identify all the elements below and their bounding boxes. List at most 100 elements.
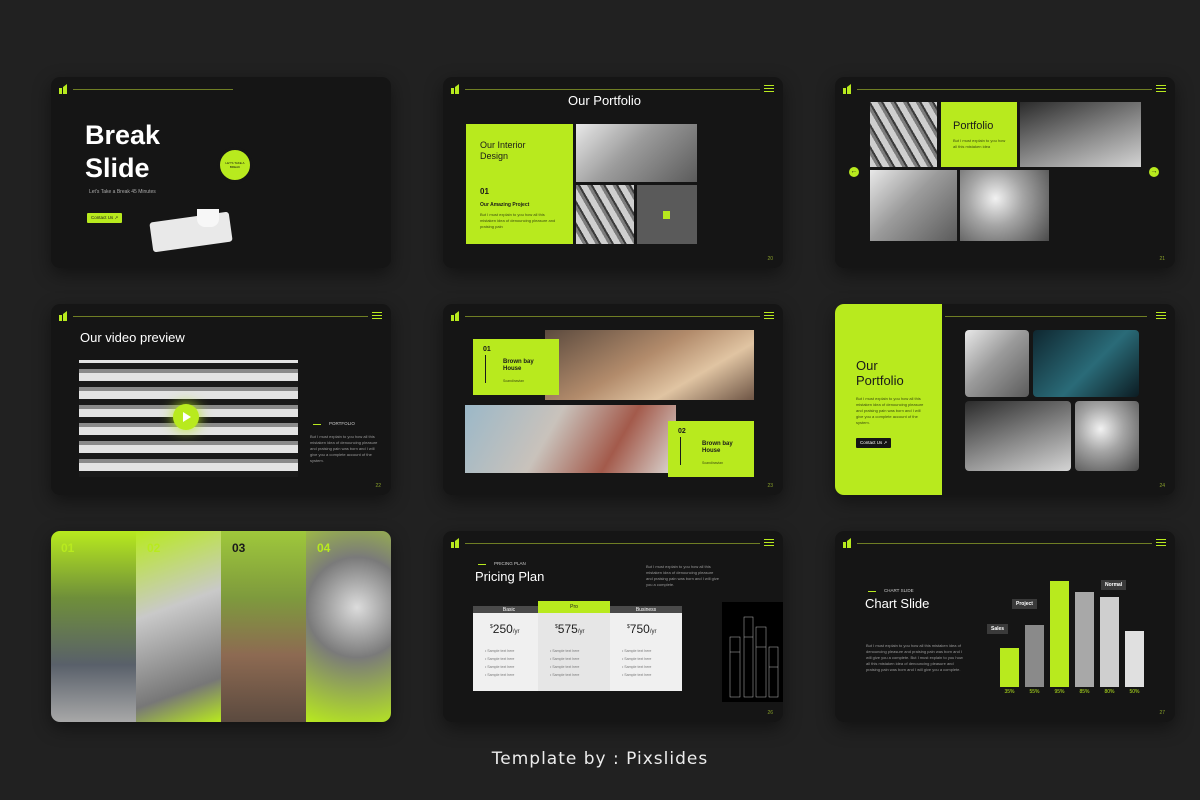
coffee-cup-icon bbox=[197, 209, 219, 227]
contact-button[interactable]: Contact Us ↗ bbox=[856, 438, 892, 448]
chart-bar bbox=[1075, 592, 1094, 687]
video-title: Our video preview bbox=[80, 330, 185, 345]
logo-icon bbox=[843, 84, 852, 94]
plan-pro-card[interactable]: $575/yr • Sample text here • Sample text… bbox=[538, 613, 610, 691]
prev-arrow-icon[interactable]: ← bbox=[849, 167, 859, 177]
tag-project: Project bbox=[1012, 599, 1037, 609]
break-badge: LET'S TAKE A BREAK bbox=[217, 147, 253, 183]
video-thumbnail[interactable] bbox=[79, 360, 298, 477]
portfolio-card-body: But I must explain to you how all this m… bbox=[953, 138, 1006, 149]
slide-pricing[interactable]: PRICING PLAN Pricing Plan But I must exp… bbox=[443, 531, 783, 722]
plan-pro-features: • Sample text here • Sample text here • … bbox=[550, 649, 580, 677]
contact-button-label: Contact Us bbox=[91, 215, 114, 220]
slide-chart[interactable]: CHART SLIDE Chart Slide But I must expla… bbox=[835, 531, 1175, 722]
building-tile bbox=[637, 185, 697, 244]
slide-portfolio-3[interactable]: Our Portfolio But I must explain to you … bbox=[835, 304, 1175, 495]
photo-city-blueprint bbox=[1033, 330, 1139, 397]
pricing-title: Pricing Plan bbox=[475, 569, 545, 584]
header-line bbox=[857, 543, 1152, 544]
video-label: PORTFOLIO bbox=[329, 421, 355, 426]
wireframe-buildings-icon bbox=[729, 616, 779, 698]
menu-icon[interactable] bbox=[764, 312, 774, 319]
page-number: 22 bbox=[375, 483, 381, 489]
pricing-label: PRICING PLAN bbox=[494, 561, 526, 566]
building-photo-1 bbox=[545, 330, 754, 400]
strip-3 bbox=[221, 531, 306, 722]
menu-icon[interactable] bbox=[1156, 539, 1166, 546]
logo-icon bbox=[451, 84, 460, 94]
break-title-1: Break bbox=[85, 120, 161, 150]
header-line bbox=[73, 89, 233, 90]
slide-break[interactable]: Break Slide Let's Take a Break 45 Minute… bbox=[51, 77, 391, 268]
wireframe-city bbox=[722, 602, 783, 702]
project-body: But I must explain to you how all this m… bbox=[480, 212, 556, 229]
plan-basic-card[interactable]: $250/yr • Sample text here • Sample text… bbox=[473, 613, 545, 691]
header-line bbox=[465, 316, 760, 317]
next-arrow-icon[interactable]: → bbox=[1149, 167, 1159, 177]
card2-number: 02 bbox=[678, 428, 686, 435]
photo-walkway bbox=[1020, 102, 1141, 167]
photo-stairs bbox=[870, 102, 937, 167]
tag-sales: Sales bbox=[987, 624, 1009, 634]
slide-video-preview[interactable]: Our video preview PORTFOLIO But I must e… bbox=[51, 304, 391, 495]
plan-pro-price: $575/yr bbox=[555, 622, 585, 636]
break-title-2: Slide bbox=[85, 153, 150, 183]
chart-bar-label: 55% bbox=[1029, 689, 1040, 695]
slide-brown-bay[interactable]: 01 Brown bay House Scandinavian 02 Brown… bbox=[443, 304, 783, 495]
header-line bbox=[945, 316, 1147, 317]
video-body: But I must explain to you how all this m… bbox=[310, 434, 378, 463]
page-number: 21 bbox=[1159, 256, 1165, 262]
page-number: 23 bbox=[767, 483, 773, 489]
strip-4 bbox=[306, 531, 391, 722]
slide-portfolio-1[interactable]: Our Portfolio Our Interior Design 01 Our… bbox=[443, 77, 783, 268]
chart-bar bbox=[1125, 631, 1144, 687]
photo-sketch bbox=[1075, 401, 1139, 471]
page-number: 24 bbox=[1159, 483, 1165, 489]
strip-number-4: 04 bbox=[317, 541, 331, 555]
plan-business-card[interactable]: $750/yr • Sample text here • Sample text… bbox=[610, 613, 682, 691]
portfolio-card: Portfolio But I must explain to you how … bbox=[941, 102, 1017, 167]
photo-house bbox=[965, 330, 1029, 397]
template-caption: Template by : Pixslides bbox=[491, 749, 709, 769]
menu-icon[interactable] bbox=[764, 539, 774, 546]
interior-card: Our Interior Design 01 Our Amazing Proje… bbox=[466, 124, 573, 244]
logo-icon bbox=[59, 84, 68, 94]
photo-building bbox=[965, 401, 1071, 471]
photo-tower bbox=[870, 170, 957, 241]
plan-basic-features: • Sample text here • Sample text here • … bbox=[485, 649, 515, 677]
project-name: Our Amazing Project bbox=[480, 202, 530, 208]
chart-bar bbox=[1100, 597, 1119, 687]
card1-title: Brown bay House bbox=[503, 359, 534, 372]
menu-icon[interactable] bbox=[1156, 85, 1166, 92]
house-card-1: 01 Brown bay House Scandinavian bbox=[473, 339, 559, 395]
page-number: 27 bbox=[1159, 710, 1165, 716]
strip-number-2: 02 bbox=[147, 541, 161, 555]
menu-icon[interactable] bbox=[372, 312, 382, 319]
contact-button-label: Contact Us bbox=[860, 440, 883, 445]
portfolio-card-title: Portfolio bbox=[953, 120, 994, 132]
slide-portfolio-2[interactable]: Portfolio But I must explain to you how … bbox=[835, 77, 1175, 268]
strip-2 bbox=[136, 531, 221, 722]
chart-bar-label: 35% bbox=[1004, 689, 1015, 695]
architecture-photo bbox=[236, 77, 391, 268]
slide-numbered-strips[interactable]: 01 02 03 04 bbox=[51, 531, 391, 722]
plan-business-price: $750/yr bbox=[627, 622, 657, 636]
portfolio-title-2: Portfolio bbox=[856, 373, 904, 388]
break-subtitle: Let's Take a Break 45 Minutes bbox=[89, 189, 156, 195]
interior-photo bbox=[576, 124, 697, 182]
tag-normal: Normal bbox=[1101, 580, 1127, 590]
menu-icon[interactable] bbox=[1156, 312, 1166, 319]
portfolio-title: Our Portfolio bbox=[568, 93, 641, 108]
plan-business-features: • Sample text here • Sample text here • … bbox=[622, 649, 652, 677]
card1-number: 01 bbox=[483, 346, 491, 353]
contact-button[interactable]: Contact Us ↗ bbox=[87, 213, 123, 223]
portfolio-body: But I must explain to you how all this m… bbox=[856, 396, 924, 425]
menu-icon[interactable] bbox=[764, 85, 774, 92]
chart-bar-label: 85% bbox=[1079, 689, 1090, 695]
portfolio-title-1: Our bbox=[856, 358, 878, 373]
chart-title: Chart Slide bbox=[865, 596, 930, 611]
strip-number-1: 01 bbox=[61, 541, 75, 555]
chart-bar-label: 95% bbox=[1054, 689, 1065, 695]
chart-bar bbox=[1025, 625, 1044, 687]
play-icon[interactable] bbox=[173, 404, 199, 430]
